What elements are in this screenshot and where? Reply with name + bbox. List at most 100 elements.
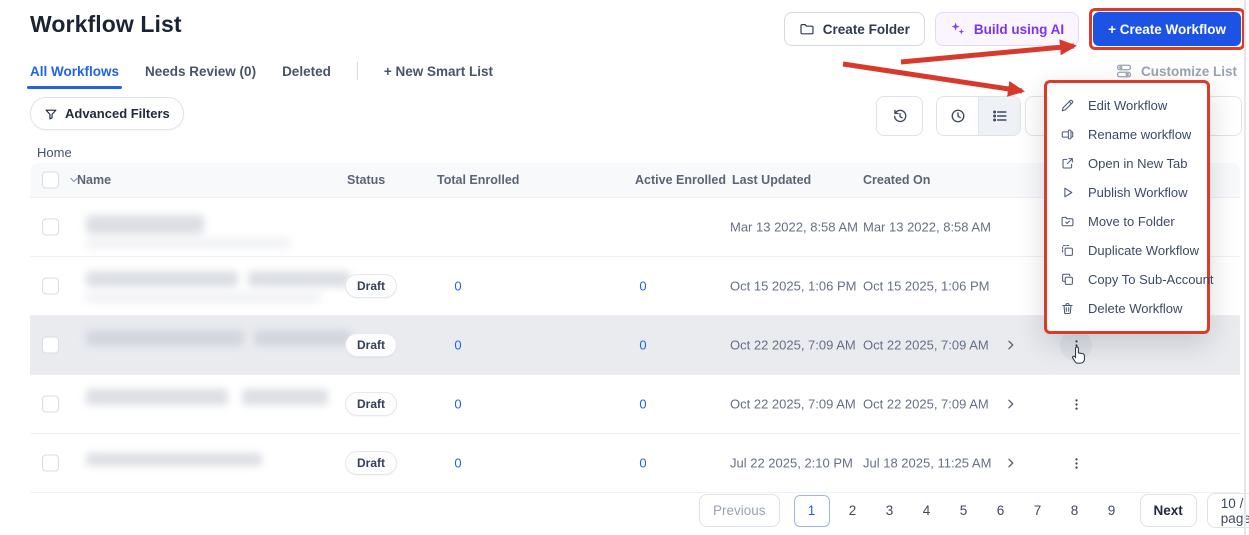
active-enrolled-link[interactable]: 0 <box>615 279 671 294</box>
page-number-9[interactable]: 9 <box>1098 496 1126 526</box>
duplicate-icon <box>1060 243 1075 258</box>
rename-icon <box>1060 127 1075 142</box>
row-actions-button[interactable] <box>1060 388 1092 420</box>
total-enrolled-link[interactable]: 0 <box>430 397 486 412</box>
header-created-on: Created On <box>863 173 931 187</box>
tab-all-workflows[interactable]: All Workflows <box>26 64 123 89</box>
last-updated-value: Oct 15 2025, 1:06 PM <box>730 278 857 294</box>
created-on-value: Mar 13 2022, 8:58 AM <box>863 219 991 235</box>
page-size-select[interactable]: 10 / page <box>1206 493 1249 528</box>
list-icon <box>991 107 1009 125</box>
menu-item-publish-workflow[interactable]: Publish Workflow <box>1047 178 1207 207</box>
workflow-name-blurred <box>30 257 370 315</box>
page-number-5[interactable]: 5 <box>950 496 978 526</box>
pencil-icon <box>1060 98 1075 113</box>
build-using-ai-label: Build using AI <box>973 21 1065 37</box>
expand-chevron-button[interactable] <box>1004 397 1018 411</box>
total-enrolled-link[interactable]: 0 <box>430 338 486 353</box>
recent-view-toggle[interactable] <box>937 97 978 135</box>
menu-item-delete-workflow[interactable]: Delete Workflow <box>1047 294 1207 323</box>
header-actions: Create Folder Build using AI + Create Wo… <box>783 8 1245 50</box>
create-workflow-button[interactable]: + Create Workflow <box>1093 12 1241 46</box>
workflow-name-blurred <box>30 316 370 374</box>
table-row[interactable]: Draft 0 0 Jul 22 2025, 2:10 PM Jul 18 20… <box>30 434 1240 493</box>
created-on-value: Oct 22 2025, 7:09 AM <box>863 396 989 412</box>
total-enrolled-link[interactable]: 0 <box>430 279 486 294</box>
last-updated-value: Oct 22 2025, 7:09 AM <box>730 396 856 412</box>
build-using-ai-button[interactable]: Build using AI <box>934 12 1080 46</box>
funnel-icon <box>44 107 58 121</box>
next-page-button[interactable]: Next <box>1139 494 1197 527</box>
create-folder-button[interactable]: Create Folder <box>783 12 925 46</box>
workflow-name-blurred <box>30 198 370 256</box>
history-icon <box>891 107 909 125</box>
history-button[interactable] <box>876 96 923 136</box>
workflow-name-blurred <box>30 375 370 433</box>
active-enrolled-link[interactable]: 0 <box>615 397 671 412</box>
last-updated-value: Jul 22 2025, 2:10 PM <box>730 455 853 471</box>
view-toggle <box>936 96 1021 136</box>
breadcrumb-home[interactable]: Home <box>37 145 72 160</box>
tab-needs-review[interactable]: Needs Review (0) <box>145 64 256 79</box>
header-total-enrolled: Total Enrolled <box>437 173 520 187</box>
row-actions-button[interactable] <box>1060 447 1092 479</box>
status-badge: Draft <box>345 274 398 298</box>
last-updated-value: Mar 13 2022, 8:58 AM <box>730 219 858 235</box>
name-blur-blob <box>86 292 321 303</box>
play-icon <box>1060 185 1075 200</box>
header-status: Status <box>347 173 386 187</box>
new-smart-list-button[interactable]: + New Smart List <box>384 64 493 79</box>
menu-item-edit-workflow[interactable]: Edit Workflow <box>1047 91 1207 120</box>
expand-chevron-button[interactable] <box>1004 338 1018 352</box>
tab-bar: All Workflows Needs Review (0) Deleted +… <box>26 62 493 89</box>
row-context-menu: Edit Workflow Rename workflow Open in Ne… <box>1044 80 1214 334</box>
page-number-3[interactable]: 3 <box>876 496 904 526</box>
pagination: Previous 123456789 Next 10 / page <box>699 493 1249 528</box>
trash-icon <box>1060 301 1075 316</box>
menu-item-duplicate-workflow[interactable]: Duplicate Workflow <box>1047 236 1207 265</box>
page-number-8[interactable]: 8 <box>1061 496 1089 526</box>
active-enrolled-link[interactable]: 0 <box>615 338 671 353</box>
page-number-6[interactable]: 6 <box>987 496 1015 526</box>
table-row[interactable]: Draft 0 0 Oct 22 2025, 7:09 AM Oct 22 20… <box>30 375 1240 434</box>
name-blur-blob <box>86 237 291 249</box>
name-blur-blob <box>242 389 328 405</box>
tab-deleted[interactable]: Deleted <box>282 64 331 79</box>
page-number-1[interactable]: 1 <box>793 494 830 527</box>
total-enrolled-link[interactable]: 0 <box>430 456 486 471</box>
header-active-enrolled: Active Enrolled <box>635 173 726 187</box>
view-controls <box>876 96 1021 136</box>
page-numbers: 123456789 <box>793 494 1126 527</box>
menu-item-move-to-folder[interactable]: Move to Folder <box>1047 207 1207 236</box>
advanced-filters-label: Advanced Filters <box>65 106 170 121</box>
page-number-7[interactable]: 7 <box>1024 496 1052 526</box>
page-number-2[interactable]: 2 <box>839 496 867 526</box>
active-enrolled-link[interactable]: 0 <box>615 456 671 471</box>
status-badge: Draft <box>345 451 398 475</box>
name-blur-blob <box>254 330 352 346</box>
external-link-icon <box>1060 156 1075 171</box>
previous-page-button[interactable]: Previous <box>699 494 780 527</box>
annotation-box-create-workflow: + Create Workflow <box>1089 8 1245 50</box>
expand-chevron-button[interactable] <box>1004 456 1018 470</box>
menu-item-open-in-new-tab[interactable]: Open in New Tab <box>1047 149 1207 178</box>
menu-item-copy-to-sub-account[interactable]: Copy To Sub-Account <box>1047 265 1214 294</box>
name-blur-blob <box>86 271 238 287</box>
customize-list-button[interactable]: Customize List <box>1115 62 1237 80</box>
page-number-4[interactable]: 4 <box>913 496 941 526</box>
created-on-value: Jul 18 2025, 11:25 AM <box>863 455 992 471</box>
name-blur-blob <box>86 389 228 405</box>
divider <box>356 62 358 80</box>
list-view-toggle[interactable] <box>978 97 1020 135</box>
menu-item-rename-workflow[interactable]: Rename workflow <box>1047 120 1207 149</box>
copy-icon <box>1060 272 1075 287</box>
create-folder-label: Create Folder <box>822 21 910 37</box>
name-blur-blob <box>86 330 244 346</box>
advanced-filters-button[interactable]: Advanced Filters <box>30 97 184 130</box>
arrow-to-context-menu <box>842 61 1025 97</box>
kebab-menu-icon <box>1069 397 1084 412</box>
select-all-checkbox[interactable] <box>42 171 59 189</box>
created-on-value: Oct 15 2025, 1:06 PM <box>863 278 990 294</box>
header-last-updated: Last Updated <box>732 173 812 187</box>
status-badge: Draft <box>345 392 398 416</box>
